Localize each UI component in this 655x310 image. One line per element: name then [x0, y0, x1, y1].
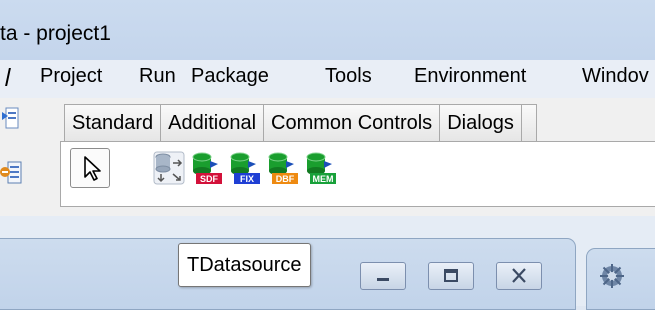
menu-item-window[interactable]: Windov [578, 63, 653, 90]
tfixedformatdataset-component[interactable]: FIX [228, 148, 262, 188]
tab-next-partial[interactable] [520, 104, 537, 141]
menu-item-project[interactable]: Project [36, 63, 106, 90]
maximize-button[interactable] [428, 262, 474, 290]
close-button[interactable] [496, 262, 542, 290]
menu-item-run[interactable]: Run [135, 63, 180, 90]
selection-tool-button[interactable] [70, 148, 110, 188]
app-gear-icon [600, 264, 624, 288]
tdbf-component[interactable]: DBF [266, 148, 300, 188]
tab-dialogs[interactable]: Dialogs [439, 104, 522, 141]
mem-label: MEM [313, 174, 334, 184]
tdatasource-component[interactable] [152, 148, 186, 188]
tab-common-controls[interactable]: Common Controls [263, 104, 441, 141]
mouse-pointer-icon [84, 156, 101, 181]
title-bar: ta - project1 [0, 0, 655, 60]
close-icon [512, 268, 526, 283]
menu-item-tools[interactable]: Tools [321, 63, 376, 90]
tab-standard[interactable]: Standard [64, 104, 162, 141]
sdf-label: SDF [200, 174, 219, 184]
palette-components-panel [60, 141, 655, 207]
tsdfdataset-component[interactable]: SDF [190, 148, 224, 188]
fix-label: FIX [240, 174, 254, 184]
minimize-button[interactable] [360, 262, 406, 290]
minimize-icon [377, 278, 389, 281]
menu-item-view[interactable] [3, 63, 16, 90]
form-editor-icon[interactable] [0, 160, 22, 186]
secondary-window[interactable] [586, 248, 655, 310]
menu-item-environment[interactable]: Environment [410, 63, 530, 90]
maximize-icon [444, 269, 458, 282]
tab-additional[interactable]: Additional [160, 104, 265, 141]
menu-bar: Project Run Package Tools Environment Wi… [0, 60, 655, 99]
palette-tabs: Standard Additional Common Controls Dial… [64, 104, 537, 142]
window-title: ta - project1 [0, 22, 111, 45]
component-tooltip: TDatasource [178, 243, 311, 287]
tmemdataset-component[interactable]: MEM [304, 148, 338, 188]
menu-item-package[interactable]: Package [187, 63, 273, 90]
dbf-label: DBF [276, 174, 295, 184]
open-file-icon[interactable] [0, 106, 22, 132]
